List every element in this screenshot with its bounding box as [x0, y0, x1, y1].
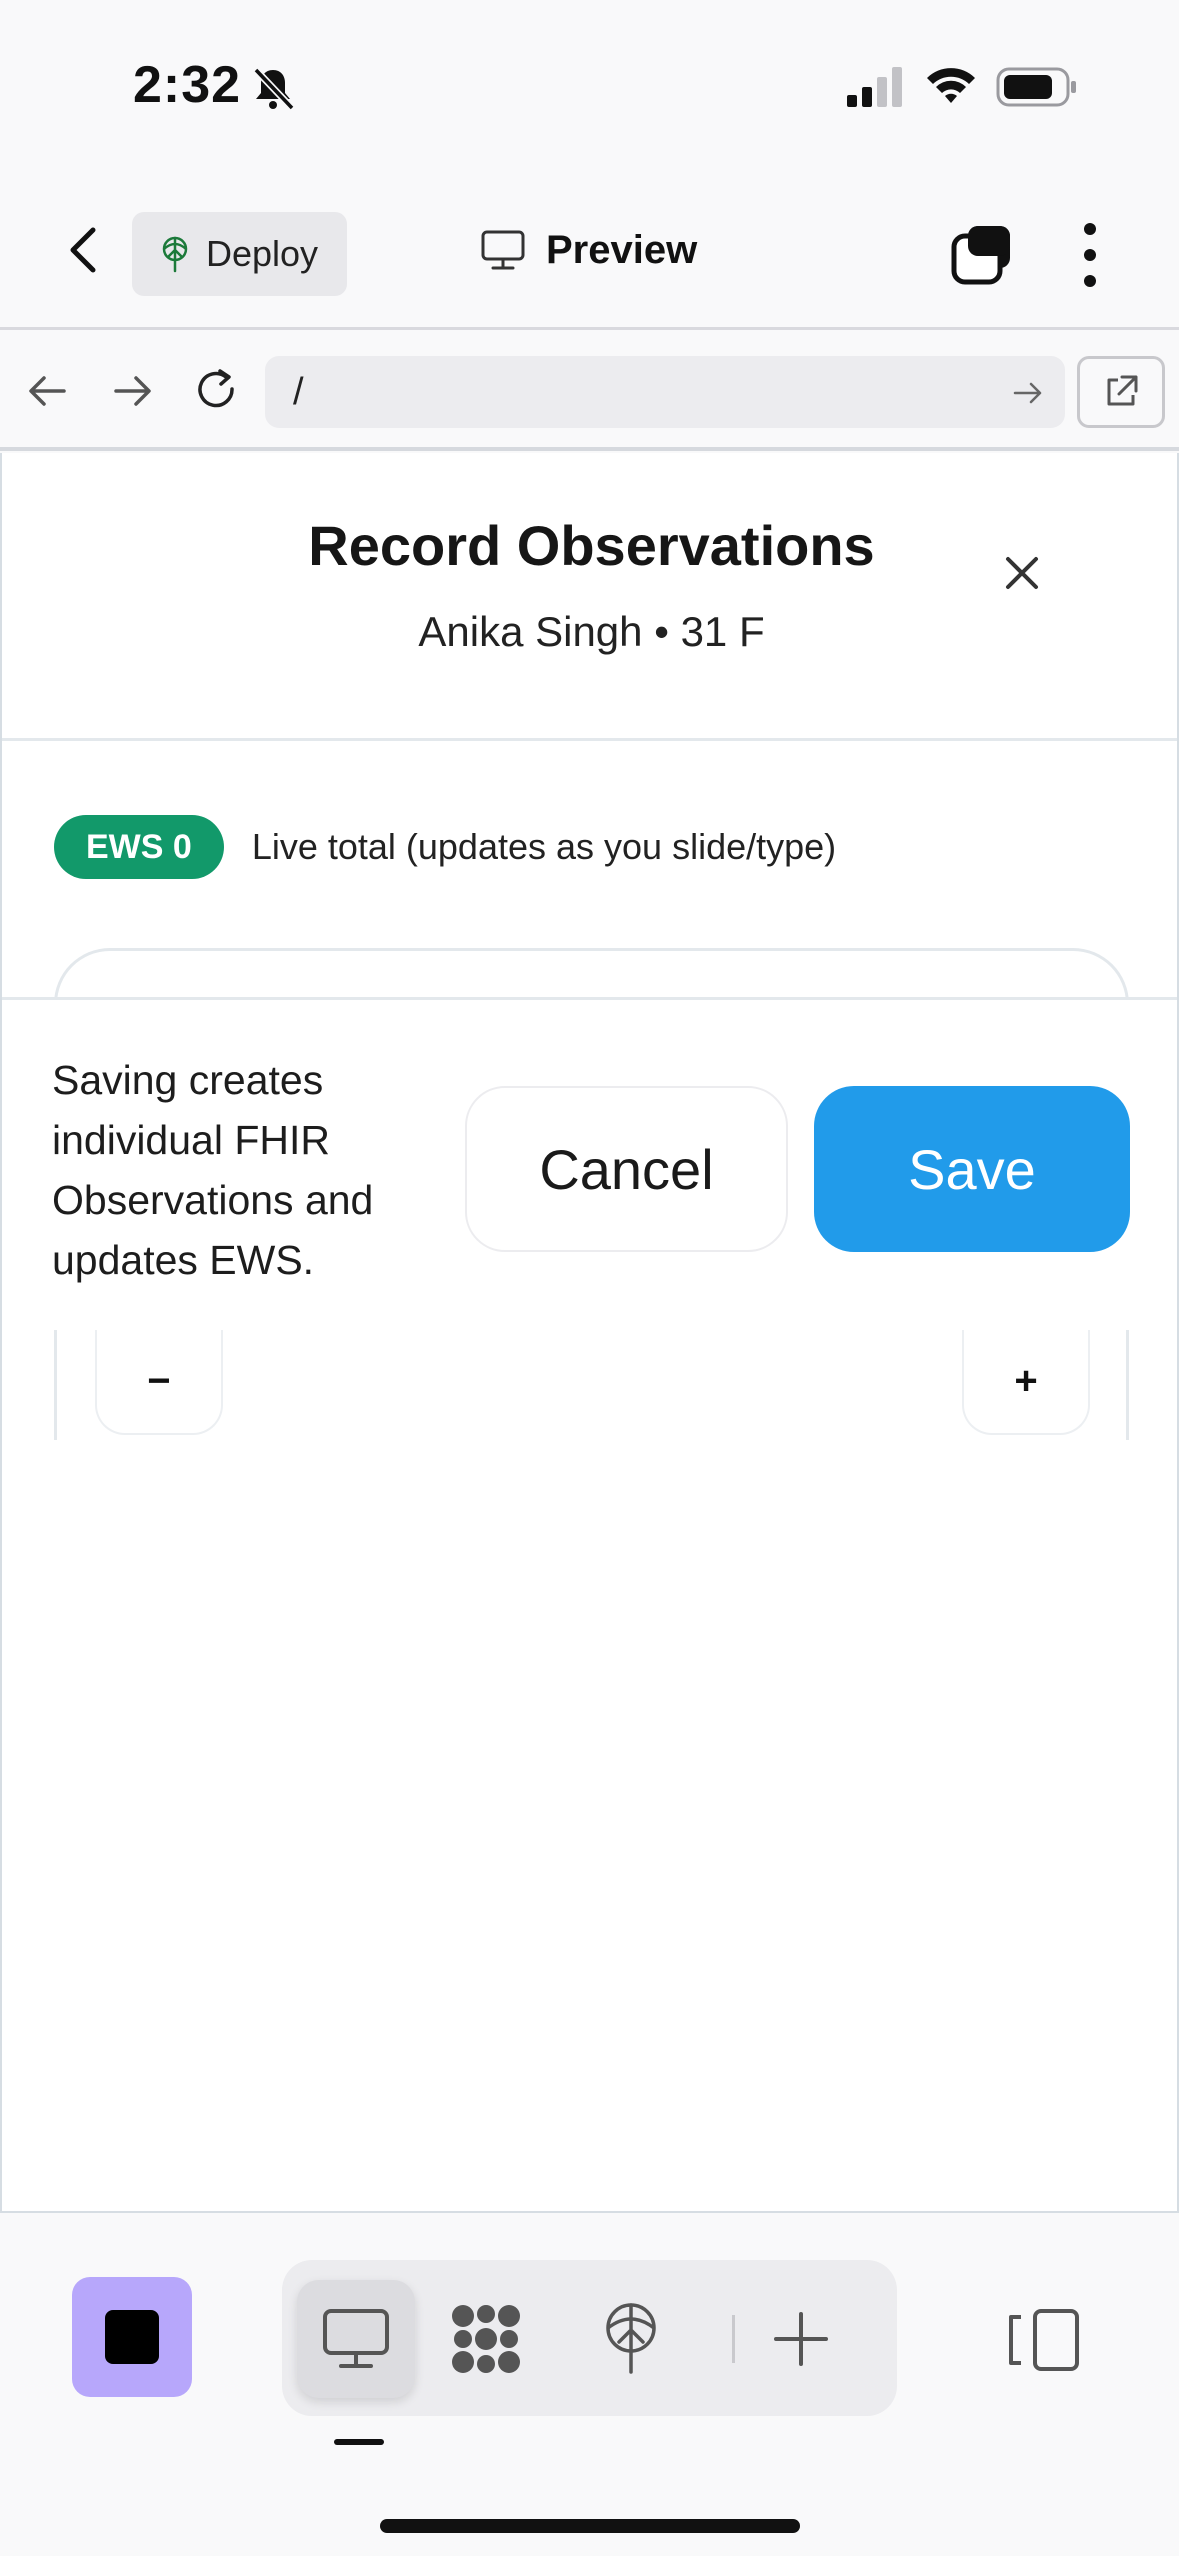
tool-group [282, 2260, 897, 2416]
go-arrow-icon[interactable] [1011, 376, 1045, 410]
open-external-button[interactable] [1077, 356, 1165, 428]
deploy-label: Deploy [206, 233, 319, 274]
decrement-button[interactable]: − [95, 1330, 223, 1435]
preview-tool-button[interactable] [297, 2280, 415, 2398]
modal-header: Record Observations Anika Singh • 31 F [2, 453, 1177, 741]
patient-subtitle: Anika Singh • 31 F [418, 608, 765, 655]
monitor-icon [481, 230, 525, 270]
url-input[interactable]: / [265, 356, 1065, 428]
signal-icon [847, 67, 902, 107]
increment-button[interactable]: + [962, 1330, 1090, 1435]
home-indicator [380, 2519, 800, 2533]
preview-title: Preview [480, 220, 697, 280]
active-indicator [334, 2439, 384, 2445]
arrow-left-icon[interactable] [22, 365, 74, 417]
deploy-tool-icon [606, 2303, 656, 2374]
stop-icon [105, 2310, 159, 2364]
plus-icon [774, 2312, 828, 2366]
reload-icon[interactable] [190, 365, 242, 417]
preview-tool-icon [323, 2309, 389, 2368]
url-text: / [293, 370, 304, 413]
deploy-button[interactable]: Deploy [132, 212, 347, 296]
modal-footer: Saving creates individual FHIR Observati… [2, 997, 1177, 1327]
arrow-right-icon[interactable] [106, 365, 158, 417]
status-bar: 2:32 [0, 0, 1179, 170]
more-vertical-icon[interactable] [1070, 220, 1110, 290]
stepper-row: − + [54, 1330, 1129, 1440]
battery-icon [996, 67, 1076, 107]
side-panel-icon[interactable] [1005, 2305, 1085, 2375]
stop-button[interactable] [72, 2277, 192, 2397]
tabs-icon[interactable] [950, 222, 1014, 286]
preview-label: Preview [546, 227, 698, 272]
external-link-icon [1107, 375, 1138, 406]
footer-note: Saving creates individual FHIR Observati… [52, 1057, 374, 1283]
deploy-icon [162, 236, 188, 273]
cancel-button[interactable]: Cancel [465, 1086, 788, 1252]
back-chevron-icon[interactable] [55, 220, 115, 280]
status-time: 2:32 [133, 56, 242, 114]
app-bar: Deploy Preview [0, 170, 1179, 330]
deploy-tool-button[interactable] [572, 2280, 690, 2398]
ews-row: EWS 0 Live total (updates as you slide/t… [54, 815, 836, 879]
dock-separator [732, 2315, 735, 2363]
browser-bar: / [0, 333, 1179, 451]
wifi-icon [927, 68, 975, 103]
save-button[interactable]: Save [814, 1086, 1130, 1252]
blocks-tool-button[interactable] [427, 2280, 545, 2398]
ews-badge: EWS 0 [54, 815, 224, 879]
add-tool-button[interactable] [742, 2280, 860, 2398]
blocks-icon [452, 2305, 520, 2373]
close-icon[interactable] [997, 548, 1047, 598]
preview-viewport: Record Observations Anika Singh • 31 F E… [0, 453, 1179, 2213]
ews-note: Live total (updates as you slide/type) [251, 826, 837, 867]
bottom-dock [0, 2215, 1179, 2556]
bell-slash-icon [253, 67, 295, 111]
